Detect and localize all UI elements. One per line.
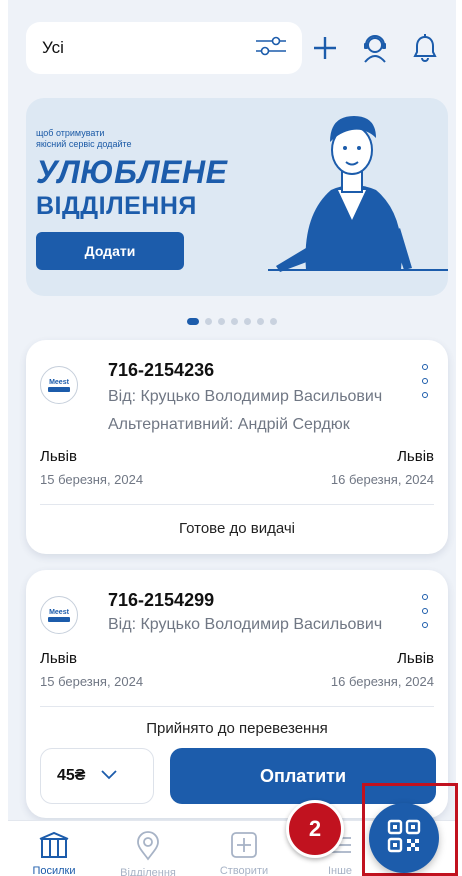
amount-value: 45₴ [57,767,86,784]
meest-logo: Meest [40,366,78,404]
nav-item-create[interactable]: Створити [204,821,284,876]
banner-subtitle: щоб отримувати якісний сервіс додайте [36,128,132,149]
nav-item-parcels[interactable]: Посилки [14,821,94,876]
status-text: Готове до видачі [178,520,295,537]
carousel-dot[interactable] [231,318,238,325]
carousel-dot[interactable] [187,318,199,325]
from-city: Львів [40,650,77,667]
nav-label: Посилки [32,865,76,876]
from-date: 15 березня, 2024 [40,674,144,689]
status-text: Прийнято до перевезення [146,720,328,737]
meest-logo: Meest [40,596,78,634]
sender-name: Від: Круцько Володимир Васильович [108,388,383,405]
tracking-number: 716-2154236 [108,360,215,380]
carousel-dots[interactable] [8,318,456,325]
filter-label: Усі [42,38,64,57]
carousel-dot[interactable] [257,318,264,325]
qr-code-icon [387,819,421,858]
to-city: Львів [397,650,434,667]
filter-select[interactable]: Усі [26,22,302,74]
tracking-number: 716-2154299 [108,590,215,610]
chevron-down-icon [101,767,118,785]
nav-label: Відділення [120,867,176,876]
carousel-dot[interactable] [218,318,225,325]
parcel-card[interactable]: Meest 716-2154236 Від: Круцько Володимир… [26,340,448,554]
support-agent-icon[interactable] [358,30,392,66]
carousel-dot[interactable] [205,318,212,325]
more-options-icon[interactable] [420,364,430,398]
from-date: 15 березня, 2024 [40,472,144,487]
to-city: Львів [397,448,434,465]
to-date: 16 березня, 2024 [330,472,434,487]
more-options-icon[interactable] [420,594,430,628]
banner-title-line2: ВІДДІЛЕННЯ [36,192,197,220]
sender-name: Від: Круцько Володимир Васильович [108,616,383,633]
person-illustration [268,116,448,272]
bell-icon[interactable] [408,30,442,66]
nav-label: Інше [327,865,353,876]
plus-icon[interactable] [308,30,342,66]
app-screen: Усі щоб отримувати якісний сервіс додайт… [8,0,456,876]
amount-select[interactable]: 45₴ [40,748,154,804]
nav-item-branches[interactable]: Відділення [108,821,188,876]
plus-square-icon [230,831,258,859]
to-date: 16 березня, 2024 [330,674,434,689]
alternative-recipient: Альтернативний: Андрій Сердюк [108,416,350,433]
from-city: Львів [40,448,77,465]
step-number-badge: 2 [286,800,344,858]
banner-title-line1: УЛЮБЛЕНЕ [36,154,228,190]
sliders-icon[interactable] [254,34,288,63]
location-pin-icon [136,831,160,861]
divider [40,706,434,707]
carousel-dot[interactable] [244,318,251,325]
promo-banner[interactable]: щоб отримувати якісний сервіс додайте УЛ… [26,98,448,296]
divider [40,504,434,505]
qr-scan-button[interactable] [369,803,439,873]
carousel-dot[interactable] [270,318,277,325]
nav-label: Створити [219,865,269,876]
parcel-box-icon [39,831,69,859]
banner-add-button[interactable]: Додати [36,232,184,270]
parcel-card[interactable]: Meest 716-2154299 Від: Круцько Володимир… [26,570,448,818]
